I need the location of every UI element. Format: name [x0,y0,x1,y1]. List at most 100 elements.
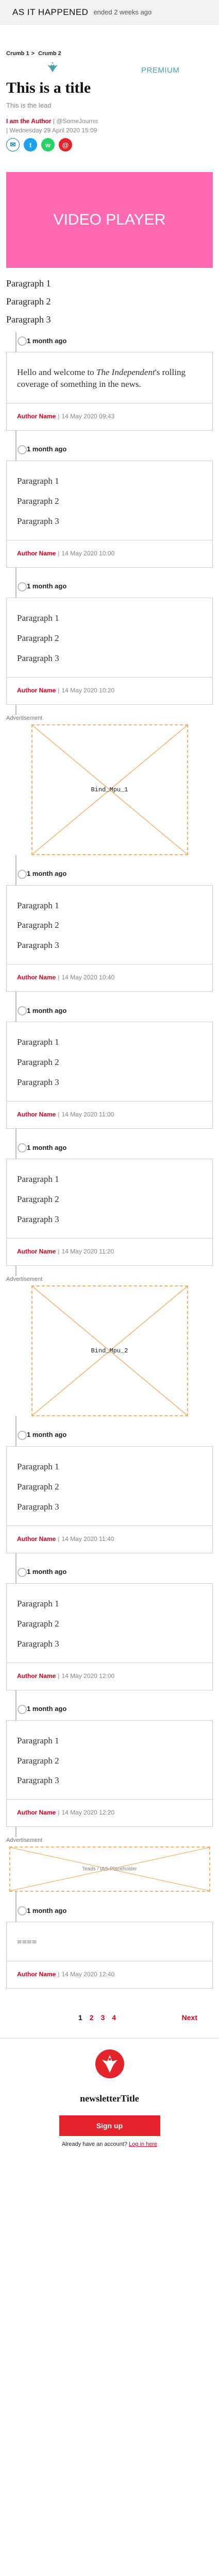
entry-footer-separator: | [58,412,60,420]
entry-author[interactable]: Author Name [17,974,56,981]
entry-card: Paragraph 1 Paragraph 2 Paragraph 3 Auth… [6,1022,213,1129]
entry-author[interactable]: Author Name [17,1535,56,1543]
twitter-icon[interactable]: t [24,138,37,151]
publish-date-text: Wednesday 29 April 2020 15:09 [9,127,97,134]
paragraph: Paragraph 2 [6,296,51,307]
entry-author[interactable]: Author Name [17,550,56,557]
entry-card: Paragraph 1 Paragraph 2 Paragraph 3 Auth… [6,1720,213,1827]
paragraph: Paragraph 2 [17,633,59,643]
paragraph: Paragraph 1 [17,900,59,910]
paragraph: Paragraph 2 [17,920,59,930]
entry-datetime: 14 May 2020 12:20 [61,1809,115,1817]
breadcrumb: Crumb 1 > Crumb 2 [6,50,213,57]
entry-footer: Author Name | 14 May 2020 10:40 [7,964,212,991]
page-link-2[interactable]: 2 [90,2013,94,2022]
advertisement-label: Advertisement [6,1837,43,1844]
paragraph: Paragraph 3 [17,940,59,951]
paragraph: Paragraph 3 [17,1077,59,1088]
entry-author[interactable]: Author Name [17,687,56,694]
liveblog-entry: 1 month ago Paragraph 1 Paragraph 2 Para… [0,1139,219,1266]
paragraph: Paragraph 3 [17,516,59,526]
entry-datetime: 14 May 2020 11:00 [61,1111,114,1118]
entry-author[interactable]: Author Name [17,413,56,420]
entry-author[interactable]: Author Name [17,1672,56,1680]
paragraph: Paragraph 3 [17,1501,59,1512]
paragraph: Paragraph 3 [17,1775,59,1786]
paragraph: Paragraph 2 [17,1618,59,1629]
entry-author[interactable]: Author Name [17,1971,56,1978]
entry-footer: Author Name | 14 May 2020 12:20 [7,1799,212,1826]
sign-up-button[interactable]: Sign up [59,2115,160,2137]
video-player[interactable]: Video player [6,172,213,268]
timeline-dot-icon [18,336,27,346]
liveblog-timeline: 1 month ago Hello and welcome to The Ind… [0,332,219,1989]
timeline-dot-icon [18,1906,27,1916]
entry-footer: Author Name | 14 May 2020 11:40 [7,1525,212,1553]
entry-card: Paragraph 1 Paragraph 2 Paragraph 3 Auth… [6,460,213,568]
entry-datetime: 14 May 2020 11:40 [61,1535,114,1543]
paragraph: Paragraph 3 [6,314,51,325]
entry-datetime: 14 May 2020 09:43 [61,412,115,420]
entry-timestamp: 1 month ago [6,866,213,882]
entry-time-text: 1 month ago [27,1006,67,1014]
ad-slot-id: Bind_Mpu_2 [91,1347,128,1354]
paragraph: Paragraph 2 [17,1194,59,1205]
teads-placeholder[interactable]: Teads / IAS Placeholder [9,1846,210,1892]
paragraph: Paragraph 1 [17,1735,59,1745]
entry-timestamp: 1 month ago [6,1139,213,1156]
breadcrumb-item[interactable]: Crumb 2 [38,50,61,57]
paragraph: Paragraph 1 [17,476,59,486]
mpu-placeholder[interactable]: Bind_Mpu_1 [31,724,188,855]
article-header: Crumb 1 > Crumb 2 Premium This is a title… [0,50,219,151]
author-name[interactable]: I am the Author [6,117,52,125]
entry-footer: Author Name | 14 May 2020 11:20 [7,1238,212,1265]
entry-author[interactable]: Author Name [17,1809,56,1816]
entry-footer: Author Name | 14 May 2020 12:40 [7,1961,212,1988]
entry-footer: Author Name | 14 May 2020 11:00 [7,1101,212,1128]
liveblog-entry: 1 month ago Paragraph 1 Paragraph 2 Para… [0,1427,219,1553]
entry-footer-separator: | [58,1535,60,1543]
entry-author[interactable]: Author Name [17,1111,56,1118]
entry-time-text: 1 month ago [27,445,67,453]
paragraph: Paragraph 3 [17,1638,59,1649]
breadcrumb-item[interactable]: Crumb 1 [6,50,29,57]
entry-footer: Author Name | 14 May 2020 10:00 [7,539,212,567]
entry-time-text: 1 month ago [27,1568,67,1576]
paragraph: Paragraph 3 [17,1214,59,1224]
advertisement-label: Advertisement [6,1276,43,1282]
entry-footer-separator: | [58,1809,60,1817]
page-link-4[interactable]: 4 [112,2013,116,2022]
paragraph: Paragraph 1 [6,278,51,289]
liveblog-entry: 1 month ago Hello and welcome to The Ind… [0,332,219,431]
paragraph: Paragraph 2 [17,1057,59,1067]
entry-author[interactable]: Author Name [17,1248,56,1255]
intro-paragraphs: Paragraph 1 Paragraph 2 Paragraph 3 [0,278,219,325]
timeline-dot-icon [18,1430,27,1440]
entry-datetime: 14 May 2020 10:00 [61,549,115,557]
page-title: This is a title [6,79,91,96]
author-handle[interactable]: @SomeJourno [56,117,97,125]
next-page-link[interactable]: Next [182,2013,197,2022]
publish-date: | Wednesday 29 April 2020 15:09 [6,127,97,134]
entry-card: Paragraph 1 Paragraph 2 Paragraph 3 Auth… [6,597,213,705]
whatsapp-icon[interactable]: w [41,138,55,151]
login-link[interactable]: Log in here [129,2141,157,2147]
entry-footer-separator: | [58,1111,60,1118]
paragraph: Paragraph 1 [17,1598,59,1608]
entry-footer: Author Name | 14 May 2020 09:43 [7,402,212,430]
entry-timestamp: 1 month ago [6,578,213,595]
newsletter-signup: newsletterTitle Sign up Already have an … [0,2038,219,2163]
mpu-placeholder[interactable]: Bind_Mpu_2 [31,1285,188,1416]
login-prompt-text: Already have an account? [61,2141,128,2148]
page-link-1[interactable]: 1 [78,2013,82,2022]
newsletter-title: newsletterTitle [80,2093,139,2104]
entry-card: Hello and welcome to The Independent's r… [6,352,213,431]
login-prompt: Already have an account? Log in here [6,2141,213,2147]
liveblog-ended-time: ended 2 weeks ago [93,8,152,16]
timeline-dot-icon [18,1006,27,1016]
premium-label: Premium [141,66,180,75]
entry-datetime: 14 May 2020 10:40 [61,974,115,981]
mail-icon[interactable]: ✉ [6,138,20,151]
email-icon[interactable]: @ [59,138,72,151]
page-link-3[interactable]: 3 [101,2013,105,2022]
